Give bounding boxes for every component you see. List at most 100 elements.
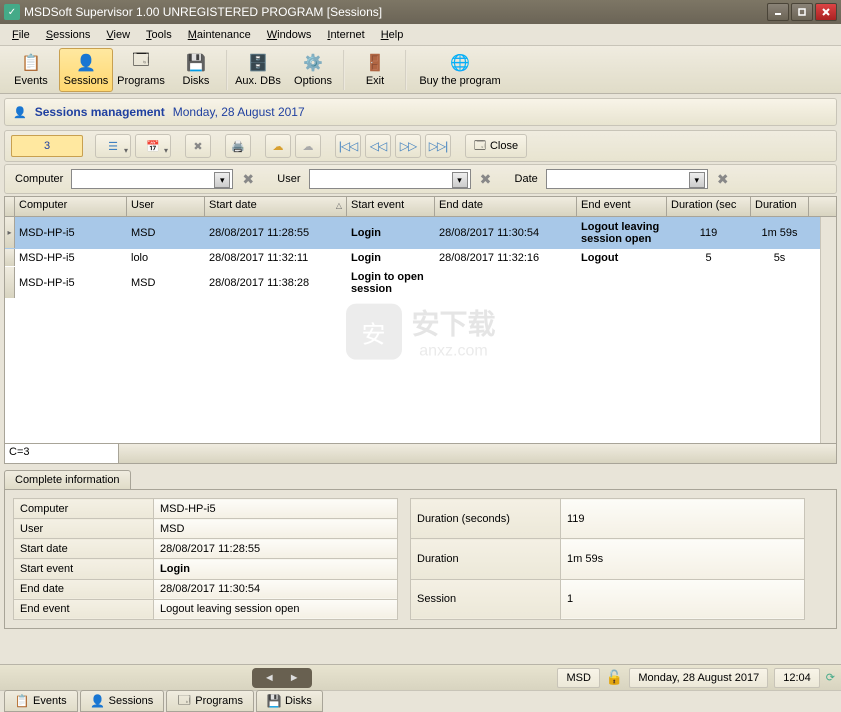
auxdbs-button[interactable]: 🗄️ Aux. DBs — [231, 48, 285, 92]
last-icon: ▷▷| — [429, 139, 448, 153]
close-button[interactable] — [815, 3, 837, 21]
cell-duration — [751, 282, 809, 284]
programs-button[interactable]: 🗔 Programs — [114, 48, 168, 92]
events-icon: 📋 — [19, 53, 43, 73]
section-title: Sessions management — [35, 105, 165, 119]
cell-user: lolo — [127, 251, 205, 265]
nav-next-button[interactable]: ▷▷ — [395, 134, 421, 158]
col-startevent[interactable]: Start event — [347, 197, 435, 216]
maximize-button[interactable] — [791, 3, 813, 21]
info-tab[interactable]: Complete information — [4, 470, 131, 489]
clear-computer-button[interactable]: ✖ — [237, 169, 259, 189]
nav-first-button[interactable]: |◁◁ — [335, 134, 361, 158]
sessions-icon: 👤 — [74, 53, 98, 73]
nav-last-button[interactable]: ▷▷| — [425, 134, 451, 158]
next-icon: ▷▷ — [400, 139, 416, 153]
cell-duration: 1m 59s — [751, 226, 809, 240]
filter-user-combo[interactable] — [309, 169, 471, 189]
cell-enddate: 28/08/2017 11:30:54 — [435, 226, 577, 240]
events-button[interactable]: 📋 Events — [4, 48, 58, 92]
close-panel-button[interactable]: 🗔 Close — [465, 134, 527, 158]
table-row[interactable]: ▸MSD-HP-i5MSD28/08/2017 11:28:55Login28/… — [5, 217, 836, 249]
table-row[interactable]: MSD-HP-i5lolo28/08/2017 11:32:11Login28/… — [5, 249, 836, 267]
col-user[interactable]: User — [127, 197, 205, 216]
user-icon: 👤 — [13, 106, 27, 119]
section-header: 👤 Sessions management Monday, 28 August … — [4, 98, 837, 126]
cell-computer: MSD-HP-i5 — [15, 226, 127, 240]
status-time: 12:04 — [774, 668, 820, 688]
refresh-icon[interactable]: ⟳ — [826, 671, 835, 684]
nav-prev-button[interactable]: ◁◁ — [365, 134, 391, 158]
user-icon: 👤 — [91, 694, 105, 708]
table-row[interactable]: MSD-HP-i5MSD28/08/2017 11:38:28Login to … — [5, 267, 836, 299]
col-startdate[interactable]: Start date△ — [205, 197, 347, 216]
menu-view[interactable]: View — [98, 27, 138, 43]
col-computer[interactable]: Computer — [15, 197, 127, 216]
cell-duration: 5s — [751, 251, 809, 265]
titlebar: ✓ MSDSoft Supervisor 1.00 UNREGISTERED P… — [0, 0, 841, 24]
cell-startevent: Login to open session — [347, 270, 435, 296]
cell-startdate: 28/08/2017 11:32:11 — [205, 251, 347, 265]
printer-icon: 🖨️ — [231, 140, 245, 153]
calendar-button[interactable]: 📅 — [135, 134, 171, 158]
disks-icon: 💾 — [184, 53, 208, 73]
cell-endevent — [577, 282, 667, 284]
count-cell: C=3 — [5, 444, 119, 463]
exit-icon: 🚪 — [363, 53, 387, 73]
delete-button[interactable]: ✖ — [185, 134, 211, 158]
sessions-button[interactable]: 👤 Sessions — [59, 48, 113, 92]
expand-widget[interactable]: ◄ ► — [252, 668, 312, 688]
exit-button[interactable]: 🚪 Exit — [348, 48, 402, 92]
menu-sessions[interactable]: Sessions — [38, 27, 99, 43]
window-icon: 🗔 — [177, 694, 191, 708]
main-toolbar: 📋 Events 👤 Sessions 🗔 Programs 💾 Disks 🗄… — [0, 46, 841, 94]
options-button[interactable]: ⚙️ Options — [286, 48, 340, 92]
menu-file[interactable]: File — [4, 27, 38, 43]
disks-button[interactable]: 💾 Disks — [169, 48, 223, 92]
arrow-left-icon: ◄ — [264, 672, 275, 684]
window-title: MSDSoft Supervisor 1.00 UNREGISTERED PRO… — [24, 5, 767, 19]
menu-internet[interactable]: Internet — [319, 27, 372, 43]
col-durationsec[interactable]: Duration (sec — [667, 197, 751, 216]
menu-windows[interactable]: Windows — [259, 27, 320, 43]
btab-events[interactable]: 📋Events — [4, 690, 78, 712]
clear-date-button[interactable]: ✖ — [712, 169, 734, 189]
btab-disks[interactable]: 💾Disks — [256, 690, 323, 712]
clear-user-button[interactable]: ✖ — [475, 169, 497, 189]
buy-button[interactable]: 🌐 Buy the program — [410, 48, 510, 92]
cell-startdate: 28/08/2017 11:28:55 — [205, 226, 347, 240]
cell-endevent: Logout leaving session open — [577, 220, 667, 246]
print-button[interactable]: 🖨️ — [225, 134, 251, 158]
col-endevent[interactable]: End event — [577, 197, 667, 216]
view-list-button[interactable]: ☰ — [95, 134, 131, 158]
btab-programs[interactable]: 🗔Programs — [166, 690, 254, 712]
cell-user: MSD — [127, 226, 205, 240]
cell-computer: MSD-HP-i5 — [15, 276, 127, 290]
sessions-grid: Computer User Start date△ Start event En… — [4, 196, 837, 444]
globe-icon: 🌐 — [448, 53, 472, 73]
menu-maintenance[interactable]: Maintenance — [180, 27, 259, 43]
menu-help[interactable]: Help — [373, 27, 412, 43]
cloud-icon: ☁ — [303, 140, 314, 153]
vertical-scrollbar[interactable] — [820, 217, 836, 443]
calendar-icon: 📅 — [146, 140, 160, 153]
status-user: MSD — [557, 668, 599, 688]
filter-date-combo[interactable] — [546, 169, 708, 189]
filter-user-label: User — [273, 173, 304, 185]
menu-tools[interactable]: Tools — [138, 27, 180, 43]
col-enddate[interactable]: End date — [435, 197, 577, 216]
cloud-sync-button[interactable]: ☁ — [265, 134, 291, 158]
col-duration[interactable]: Duration — [751, 197, 809, 216]
row-indicator — [5, 267, 15, 298]
database-icon: 🗄️ — [246, 53, 270, 73]
minimize-button[interactable] — [767, 3, 789, 21]
row-indicator: ▸ — [5, 217, 15, 248]
cell-startdate: 28/08/2017 11:38:28 — [205, 276, 347, 290]
gear-icon: ⚙️ — [301, 53, 325, 73]
cloud-button[interactable]: ☁ — [295, 134, 321, 158]
statusbar: ◄ ► MSD 🔓 Monday, 28 August 2017 12:04 ⟳ — [0, 664, 841, 690]
count-bar: C=3 — [4, 444, 837, 464]
btab-sessions[interactable]: 👤Sessions — [80, 690, 165, 712]
cell-durationsec — [667, 282, 751, 284]
filter-computer-combo[interactable] — [71, 169, 233, 189]
